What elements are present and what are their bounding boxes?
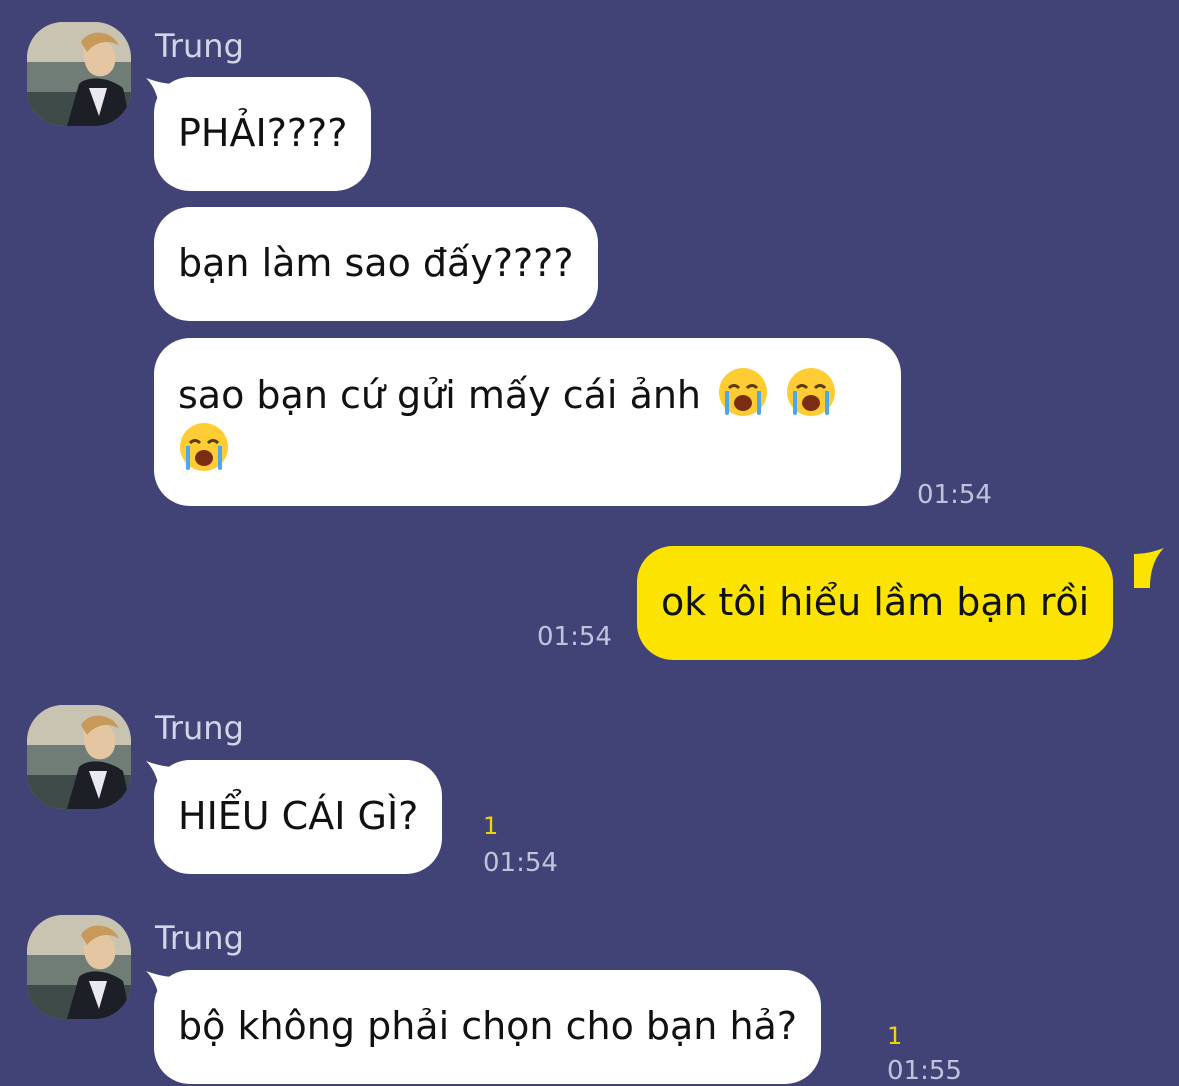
message-timestamp: 01:54 (917, 480, 992, 510)
message-timestamp: 01:55 (887, 1056, 962, 1086)
message-text: HIỂU CÁI GÌ? (178, 794, 419, 838)
message-text: sao bạn cứ gửi mấy cái ảnh (178, 373, 702, 417)
sender-avatar[interactable] (27, 705, 131, 809)
sender-avatar[interactable] (27, 22, 131, 126)
message-bubble[interactable]: PHẢI???? (154, 77, 372, 191)
message-bubble[interactable]: HIỂU CÁI GÌ? (154, 760, 443, 874)
message-timestamp: 01:54 (537, 622, 612, 652)
sender-avatar[interactable] (27, 915, 131, 1019)
sender-name: Trung (155, 919, 244, 957)
unread-count: 1 (887, 1022, 903, 1050)
message-text: PHẢI???? (178, 111, 348, 155)
unread-count: 1 (483, 812, 499, 840)
sender-name: Trung (155, 709, 244, 747)
sender-name: Trung (155, 27, 244, 65)
message-bubble[interactable]: sao bạn cứ gửi mấy cái ảnh (154, 338, 901, 506)
message-bubble[interactable]: bộ không phải chọn cho bạn hả? (154, 970, 822, 1084)
avatar-photo-icon (27, 22, 131, 126)
message-timestamp: 01:54 (483, 848, 558, 878)
avatar-photo-icon (27, 705, 131, 809)
message-text: bạn làm sao đấy???? (178, 241, 574, 285)
message-bubble[interactable]: bạn làm sao đấy???? (154, 207, 598, 321)
loudly-crying-face-icon (785, 366, 837, 418)
message-text: bộ không phải chọn cho bạn hả? (178, 1004, 798, 1048)
bubble-tail (1134, 548, 1164, 588)
my-message-bubble[interactable]: ok tôi hiểu lầm bạn rồi (637, 546, 1114, 660)
message-text: ok tôi hiểu lầm bạn rồi (661, 580, 1090, 624)
loudly-crying-face-icon (178, 421, 230, 473)
loudly-crying-face-icon (717, 366, 769, 418)
avatar-photo-icon (27, 915, 131, 1019)
